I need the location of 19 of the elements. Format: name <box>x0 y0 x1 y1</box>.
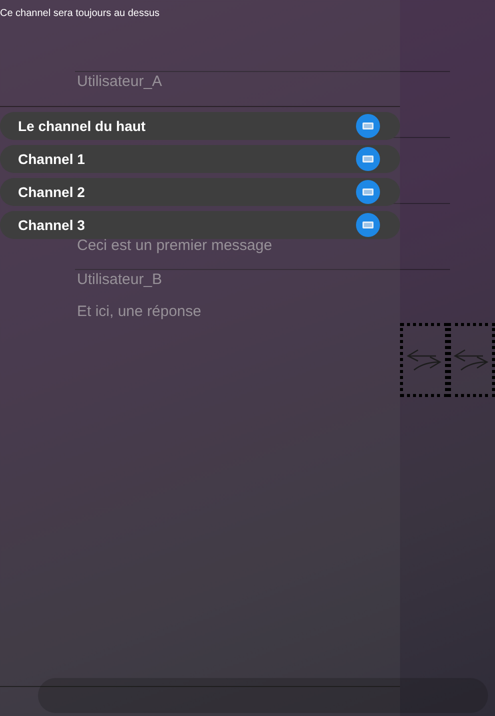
channel-name: Channel 3 <box>18 217 85 233</box>
screen-icon[interactable] <box>356 180 380 204</box>
screen-icon[interactable] <box>356 147 380 171</box>
channel-item[interactable]: Channel 3 <box>0 211 400 239</box>
channel-name: Channel 2 <box>18 184 85 200</box>
channel-name: Le channel du haut <box>18 118 146 134</box>
channel-item[interactable]: Le channel du haut <box>0 112 400 140</box>
screen-icon[interactable] <box>356 114 380 138</box>
message-text: Et ici, une réponse <box>77 303 202 321</box>
swap-arrows-icon <box>453 347 490 373</box>
channel-name: Channel 1 <box>18 151 85 167</box>
swap-arrows-icon <box>406 347 442 373</box>
channel-item[interactable]: Channel 2 <box>0 178 400 206</box>
message-author: Utilisateur_B <box>77 271 162 289</box>
panel-title: Ce channel sera toujours au dessus <box>0 7 161 19</box>
message-text: Ceci est un premier message <box>77 237 272 255</box>
channel-item[interactable]: Channel 1 <box>0 145 400 173</box>
message-author: Utilisateur_A <box>77 73 162 91</box>
screen-icon[interactable] <box>356 213 380 237</box>
